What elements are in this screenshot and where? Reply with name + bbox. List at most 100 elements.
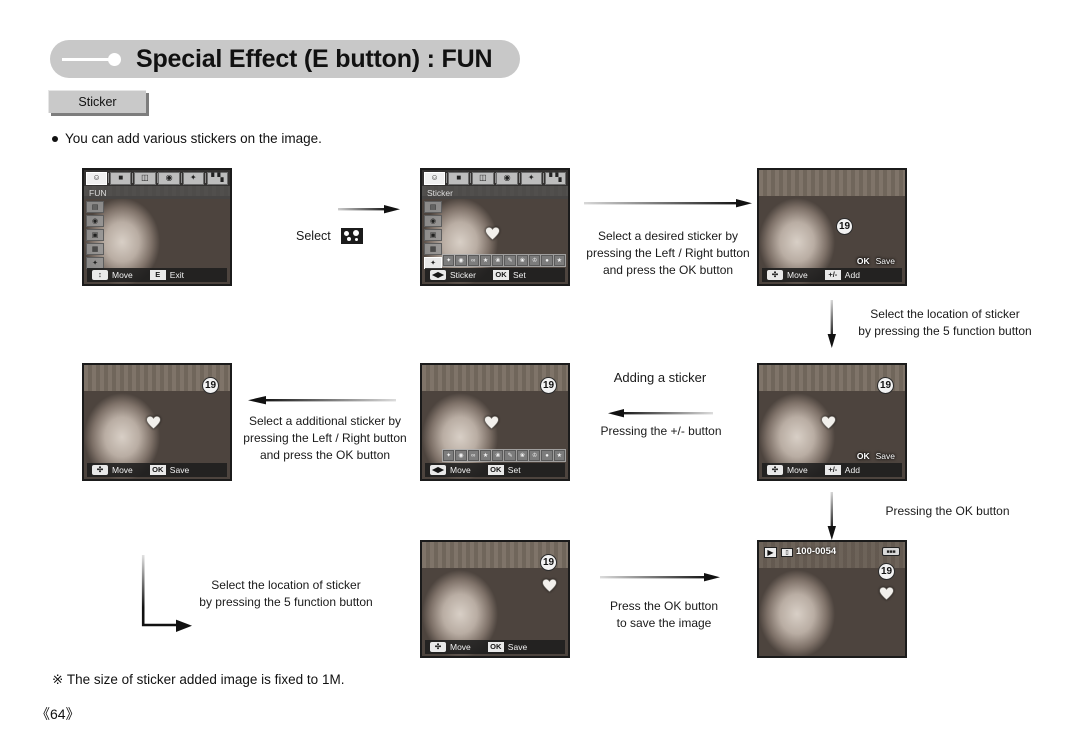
page-header-banner: Special Effect (E button) : FUN: [50, 40, 520, 78]
lcd-status-bar: ✣ Move +/- Add: [762, 268, 902, 282]
composite-icon[interactable]: ▦: [424, 243, 442, 255]
color-icon[interactable]: ◉: [424, 215, 442, 227]
heart-sticker-icon: [542, 578, 557, 593]
heart-sticker-icon: [146, 415, 161, 430]
composite-icon[interactable]: ◫: [472, 171, 494, 185]
sticker-option-heart[interactable]: ✦: [443, 255, 455, 266]
heart-sticker-icon: [484, 415, 499, 430]
menu-divider: [518, 173, 520, 183]
composite-icon[interactable]: ▦: [86, 243, 104, 255]
sticker-option-drop[interactable]: ●: [541, 450, 553, 461]
plus-minus-key-icon: +/-: [824, 270, 841, 280]
lcd-screen-sticker-placement-1: 19 OK Save ✣ Move +/- Add: [757, 168, 907, 286]
arrow-right-icon: [584, 199, 752, 208]
sticker-option-flower[interactable]: ❀: [516, 255, 529, 266]
sticker-option-flower[interactable]: ❀: [516, 450, 529, 461]
updown-key-icon: ↕: [92, 270, 108, 280]
page-title: Special Effect (E button) : FUN: [136, 44, 493, 73]
sticker-option-clock[interactable]: ◉: [455, 450, 467, 461]
lcd-float-hint: OK Save: [857, 256, 895, 266]
histogram-icon[interactable]: ▘▚: [544, 171, 566, 185]
lcd-status-bar: ↕ Move E Exit: [87, 268, 227, 282]
histogram-icon[interactable]: ▘▚: [206, 171, 228, 185]
battery-icon: ■■■: [882, 547, 900, 556]
status-set-label: Set: [512, 270, 526, 280]
status-move-label: Move: [787, 270, 808, 280]
composite-icon[interactable]: ◫: [134, 171, 156, 185]
select-label: Select: [296, 229, 331, 243]
leftright-key-icon: ◀▶: [430, 465, 446, 475]
menu-divider: [494, 173, 496, 183]
status-move-label: Move: [112, 465, 133, 475]
highlight-icon[interactable]: ▤: [86, 201, 104, 213]
ok-button-key-icon: OK: [856, 256, 870, 266]
heart-sticker-icon: [821, 415, 836, 430]
smiley-icon[interactable]: ☺: [86, 171, 108, 185]
lcd-mode-label: Sticker: [422, 186, 568, 199]
lcd-side-icon-column: ▤ ◉ ▣ ▦ ✦: [86, 201, 104, 269]
sticker-chooser-strip[interactable]: ✦ ◉ ∞ ★ ❀ ✎ ❀ ♔ ● ★: [442, 449, 566, 462]
sticker-option-heart[interactable]: ✦: [443, 450, 455, 461]
sticker-option-ribbon[interactable]: ❀: [492, 255, 504, 266]
palette-icon[interactable]: ◉: [158, 171, 180, 185]
sticker-option-pen[interactable]: ✎: [504, 450, 516, 461]
menu-divider: [108, 173, 110, 183]
status-sticker-label: Sticker: [450, 270, 476, 280]
sticker-option-glasses[interactable]: ∞: [467, 255, 479, 266]
frame-icon[interactable]: ▣: [86, 229, 104, 241]
sticker-option-drop[interactable]: ●: [541, 255, 553, 266]
color-icon[interactable]: ◉: [86, 215, 104, 227]
section-tab-label: Sticker: [78, 95, 117, 109]
sticker-option-star[interactable]: ★: [553, 450, 565, 461]
step-select-location-1: Select the location of sticker by pressin…: [858, 307, 1032, 338]
step-select-additional-sticker: Select a additional sticker by pressing t…: [243, 414, 407, 462]
step-select-desired-sticker: Select a desired sticker by pressing the …: [586, 229, 750, 277]
lcd-screen-sticker-second-select: 19 ✦ ◉ ∞ ★ ❀ ✎ ❀ ♔ ● ★ ◀▶ Move OK Set: [420, 363, 570, 481]
status-add-label: Add: [844, 270, 860, 280]
sticker-chooser-strip[interactable]: ✦ ◉ ∞ ★ ❀ ✎ ❀ ♔ ● ★: [442, 254, 566, 267]
arrow-down-icon: [827, 492, 836, 540]
sticker-icon[interactable]: ✦: [520, 171, 542, 185]
five-function-key-icon: ✣: [92, 465, 108, 475]
ok-button-key-icon: OK: [856, 451, 870, 461]
photo-frame-icon[interactable]: ■: [448, 171, 470, 185]
float-save-label: Save: [875, 256, 895, 266]
intro-bullet-text: You can add various stickers on the imag…: [65, 131, 322, 146]
select-instruction: Select: [296, 228, 363, 244]
sticker-option-clock[interactable]: ◉: [455, 255, 467, 266]
step-pressing-plus-minus: Pressing the +/- button: [600, 424, 722, 438]
footnote-text: ※ The size of sticker added image is fix…: [52, 672, 345, 687]
status-exit-label: Exit: [169, 270, 184, 280]
lcd-screen-saved-playback: ▶ ▯ 100-0054 ■■■ 19: [757, 540, 907, 658]
lcd-top-menubar: ☺ ■ ◫ ◉ ✦ ▘▚: [84, 170, 230, 186]
lcd-float-hint: OK Save: [857, 451, 895, 461]
sticker-option-star[interactable]: ★: [553, 255, 565, 266]
photo-frame-icon[interactable]: ■: [110, 171, 132, 185]
sticker-option-lips[interactable]: ★: [479, 255, 492, 266]
sticker-option-pen[interactable]: ✎: [504, 255, 516, 266]
memory-card-icon: ▯: [781, 548, 793, 557]
menu-divider: [180, 173, 182, 183]
sticker-option-ribbon[interactable]: ❀: [492, 450, 504, 461]
menu-divider: [470, 173, 472, 183]
sticker-icon[interactable]: ✦: [182, 171, 204, 185]
smiley-icon[interactable]: ☺: [424, 171, 446, 185]
palette-icon[interactable]: ◉: [496, 171, 518, 185]
frame-icon[interactable]: ▣: [424, 229, 442, 241]
sticker-option-glasses[interactable]: ∞: [467, 450, 479, 461]
lcd-screen-sticker-select: ☺ ■ ◫ ◉ ✦ ▘▚ Sticker ▤ ◉ ▣ ▦ ✦ ✦ ◉ ∞ ★ ❀…: [420, 168, 570, 286]
sticker-option-crown[interactable]: ♔: [529, 255, 541, 266]
ok-button-key-icon: OK: [487, 465, 504, 475]
arrow-elbow-down-right-icon: [141, 555, 192, 632]
plus-minus-key-icon: +/-: [824, 465, 841, 475]
lcd-screen-sticker-placement-2: 19 OK Save ✣ Move +/- Add: [757, 363, 907, 481]
status-save-label: Save: [507, 642, 528, 652]
sticker-option-crown[interactable]: ♔: [529, 450, 541, 461]
lcd-top-menubar: ☺ ■ ◫ ◉ ✦ ▘▚: [422, 170, 568, 186]
highlight-icon[interactable]: ▤: [424, 201, 442, 213]
sticker-option-lips[interactable]: ★: [479, 450, 492, 461]
header-line-decoration: [62, 58, 114, 61]
step-press-ok-save: Press the OK button to save the image: [609, 599, 719, 630]
menu-divider: [446, 173, 448, 183]
status-set-label: Set: [507, 465, 521, 475]
